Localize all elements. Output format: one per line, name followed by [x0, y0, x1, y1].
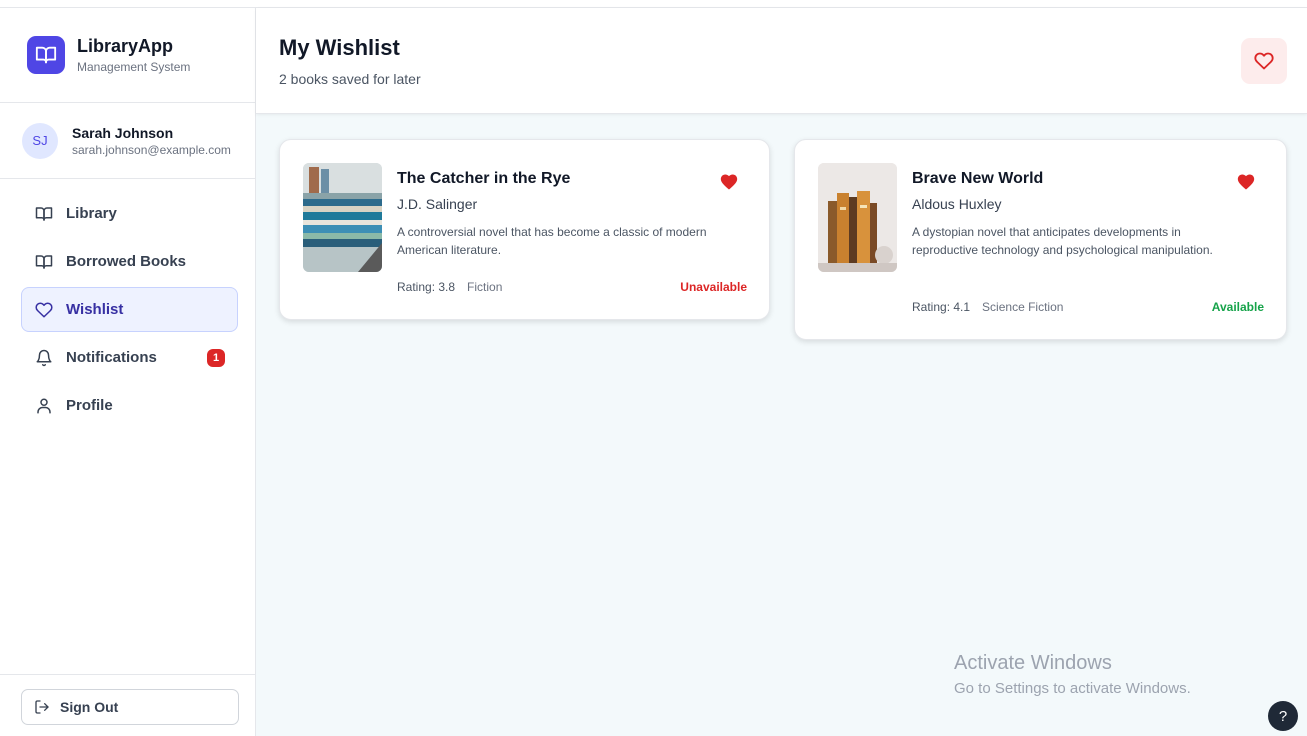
book-description: A dystopian novel that anticipates devel… [912, 225, 1213, 257]
heart-icon [34, 300, 54, 320]
wishlist-heart-button[interactable] [1241, 38, 1287, 84]
availability-status: Unavailable [680, 280, 747, 294]
sidebar-item-wishlist[interactable]: Wishlist [21, 287, 238, 332]
book-meta: Rating: 4.1 Science Fiction [912, 300, 1063, 314]
windows-activation-watermark: Activate Windows Go to Settings to activ… [954, 651, 1191, 699]
help-button[interactable]: ? [1268, 701, 1298, 731]
user-info: SJ Sarah Johnson sarah.johnson@example.c… [0, 103, 255, 179]
user-email: sarah.johnson@example.com [72, 142, 231, 157]
avatar: SJ [22, 122, 58, 159]
sidebar: LibraryApp Management System SJ Sarah Jo… [0, 8, 256, 736]
page-title: My Wishlist [279, 35, 400, 60]
bell-icon [34, 348, 54, 368]
book-author: Aldous Huxley [912, 196, 1002, 212]
brand-subtitle: Management System [77, 60, 191, 74]
page-subtitle: 2 books saved for later [279, 71, 421, 87]
log-out-icon [34, 699, 50, 715]
user-name: Sarah Johnson [72, 124, 174, 141]
sidebar-item-profile[interactable]: Profile [21, 383, 238, 428]
availability-status: Available [1211, 300, 1264, 314]
book-title: The Catcher in the Rye [397, 170, 571, 187]
book-title: Brave New World [912, 170, 1044, 187]
sidebar-item-notifications[interactable]: Notifications 1 [21, 335, 238, 380]
book-rating: Rating: 4.1 [912, 300, 971, 314]
book-open-icon [34, 204, 54, 224]
remove-from-wishlist-heart-icon[interactable] [1236, 172, 1256, 190]
book-meta: Rating: 3.8 Fiction [397, 280, 502, 294]
book-description: A controversial novel that has become a … [397, 225, 707, 257]
book-open-icon [27, 36, 65, 74]
book-genre: Science Fiction [982, 300, 1064, 314]
brand: LibraryApp Management System [0, 8, 255, 103]
watermark-title: Activate Windows [954, 652, 1112, 674]
sidebar-nav: Library Borrowed Books Wishlist Notifica… [0, 179, 255, 428]
sidebar-footer: Sign Out [0, 674, 255, 736]
watermark-subtitle: Go to Settings to activate Windows. [954, 680, 1191, 697]
notification-badge: 1 [207, 349, 225, 367]
book-open-icon [34, 252, 54, 272]
sidebar-item-label: Wishlist [66, 301, 124, 318]
top-bar [0, 0, 1307, 8]
brand-name: LibraryApp [77, 36, 174, 56]
book-author: J.D. Salinger [397, 196, 478, 212]
sign-out-label: Sign Out [60, 699, 119, 715]
page-header: My Wishlist 2 books saved for later [256, 8, 1307, 114]
sign-out-button[interactable]: Sign Out [21, 689, 239, 725]
book-genre: Fiction [467, 280, 503, 294]
book-cover-image [818, 163, 897, 272]
sidebar-item-label: Borrowed Books [66, 253, 187, 270]
book-cover-image [303, 163, 382, 272]
sidebar-item-library[interactable]: Library [21, 191, 238, 236]
book-card[interactable]: Brave New World Aldous Huxley A dystopia… [794, 139, 1287, 340]
book-rating: Rating: 3.8 [397, 280, 456, 294]
heart-icon [1254, 52, 1274, 70]
sidebar-item-label: Notifications [66, 349, 157, 366]
sidebar-item-label: Profile [66, 397, 113, 414]
remove-from-wishlist-heart-icon[interactable] [719, 172, 739, 190]
book-card[interactable]: The Catcher in the Rye J.D. Salinger A c… [279, 139, 770, 320]
user-icon [34, 396, 54, 416]
sidebar-item-label: Library [66, 205, 117, 222]
sidebar-item-borrowed-books[interactable]: Borrowed Books [21, 239, 238, 284]
